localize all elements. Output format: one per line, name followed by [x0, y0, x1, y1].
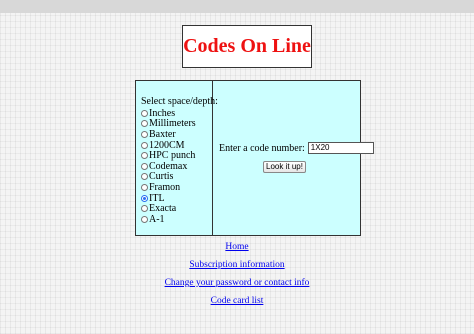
code-number-input[interactable]: 1X20 [307, 142, 374, 154]
option-a-1[interactable]: A-1 [141, 214, 212, 225]
radio-codemax[interactable] [141, 162, 148, 170]
radio-1200cm[interactable] [141, 141, 148, 149]
option-millimeters[interactable]: Millimeters [141, 118, 212, 130]
title-box: Codes On Line [182, 25, 312, 68]
option-label: Millimeters [149, 118, 196, 130]
option-curtis[interactable]: Curtis [141, 171, 212, 183]
radio-baxter[interactable] [141, 130, 148, 138]
browser-top-strip [0, 0, 474, 13]
option-label: HPC punch [149, 150, 196, 162]
radio-millimeters[interactable] [141, 120, 148, 128]
space-depth-panel: Select space/depth: Inches Millimeters B… [136, 81, 218, 235]
radio-exacta[interactable] [141, 205, 148, 213]
option-label: Codemax [149, 160, 188, 172]
option-inches[interactable]: Inches [141, 108, 212, 119]
code-number-label: Enter a code number: [219, 142, 305, 154]
option-baxter[interactable]: Baxter [141, 129, 212, 140]
option-label: Framon [149, 181, 181, 193]
radio-inches[interactable] [141, 109, 148, 117]
option-label: Inches [149, 107, 176, 119]
option-label: Exacta [149, 203, 177, 215]
option-label: 1200CM [149, 139, 185, 151]
radio-framon[interactable] [141, 183, 148, 191]
radio-itl[interactable] [141, 194, 148, 202]
code-lookup-form: Select space/depth: Inches Millimeters B… [135, 80, 374, 236]
page-title: Codes On Line [183, 35, 311, 57]
code-entry-panel: Enter a code number: 1X20 Look it up! [213, 81, 374, 235]
option-label: Curtis [149, 171, 174, 183]
option-1200cm[interactable]: 1200CM [141, 140, 212, 151]
home-link[interactable]: Home [0, 242, 474, 252]
select-space-depth-label: Select space/depth: [141, 96, 218, 107]
option-label: ITL [149, 192, 165, 204]
option-exacta[interactable]: Exacta [141, 203, 212, 214]
option-hpc-punch[interactable]: HPC punch [141, 150, 212, 161]
radio-hpc-punch[interactable] [141, 152, 148, 160]
change-password-link[interactable]: Change your password or contact info [0, 278, 474, 288]
radio-a-1[interactable] [141, 215, 148, 223]
option-codemax[interactable]: Codemax [141, 161, 212, 172]
option-label: Baxter [149, 128, 176, 140]
code-row: Enter a code number: 1X20 [219, 142, 374, 154]
option-framon[interactable]: Framon [141, 182, 212, 193]
code-card-list-link[interactable]: Code card list [0, 296, 474, 306]
option-label: A-1 [149, 213, 165, 225]
subscription-link[interactable]: Subscription information [0, 260, 474, 270]
look-it-up-button[interactable]: Look it up! [263, 161, 306, 173]
option-itl[interactable]: ITL [141, 193, 212, 204]
radio-curtis[interactable] [141, 173, 148, 181]
